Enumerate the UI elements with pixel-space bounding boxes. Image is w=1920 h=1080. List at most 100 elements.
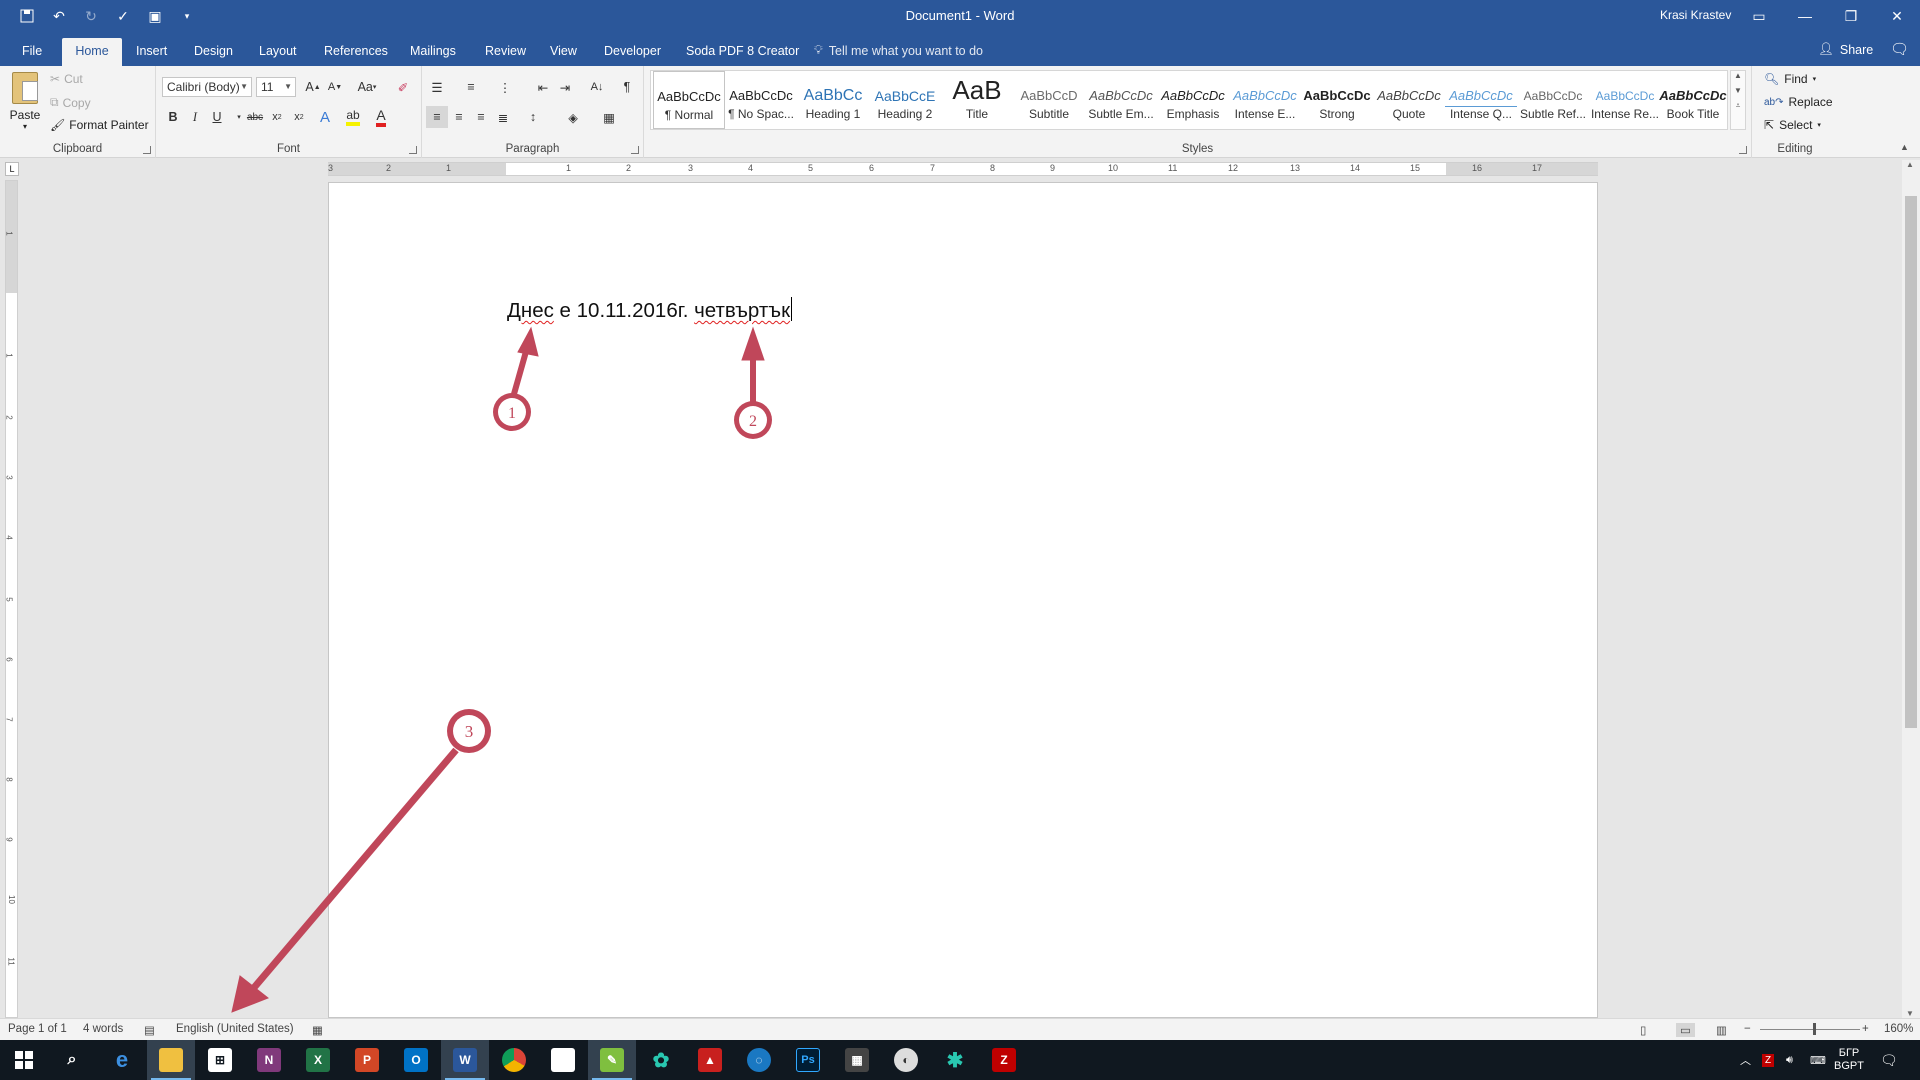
taskbar-app-bug[interactable]: ✱ (931, 1040, 979, 1080)
taskbar-outlook[interactable]: O (392, 1040, 440, 1080)
misspelled-word[interactable]: четвъртък (694, 299, 790, 322)
subscript-icon[interactable]: x2 (266, 106, 288, 128)
vertical-ruler[interactable]: 1 1 2 3 4 5 6 7 8 9 10 11 (5, 180, 18, 1018)
tab-home[interactable]: Home (62, 38, 122, 66)
format-painter-button[interactable]: 🖌︎ Format Painter (50, 118, 149, 132)
style-subtle-emphasis[interactable]: AaBbCcDc Subtle Em... (1085, 71, 1157, 129)
taskbar-image-editor[interactable]: ✎ (588, 1040, 636, 1080)
style-heading-2[interactable]: AaBbCcE Heading 2 (869, 71, 941, 129)
styles-gallery-scroll[interactable]: ▲ ▼ ⩡ (1730, 70, 1746, 130)
taskbar-acrobat[interactable]: ▲ (686, 1040, 734, 1080)
replace-button[interactable]: ab↷ Replace (1764, 95, 1833, 109)
vertical-scrollbar[interactable]: ▲ ▼ (1902, 160, 1920, 1018)
paste-button[interactable]: Paste ▾ (8, 72, 42, 131)
numbering-icon[interactable]: ≡ (460, 76, 482, 98)
multilevel-list-icon[interactable]: ⋮ (494, 76, 516, 98)
dialog-launcher-icon[interactable] (143, 146, 151, 154)
print-layout-icon[interactable]: ▭ (1676, 1023, 1695, 1037)
ribbon-display-options-icon[interactable]: ▭ (1736, 0, 1782, 32)
borders-icon[interactable]: ▦ (598, 106, 620, 128)
horizontal-ruler[interactable]: 3 2 1 1 2 3 4 5 6 7 8 9 10 11 12 13 14 1… (328, 162, 1598, 176)
strikethrough-icon[interactable]: abc (244, 106, 266, 128)
taskbar-filezilla[interactable]: Z (980, 1040, 1028, 1080)
bold-icon[interactable]: B (162, 106, 184, 128)
zoom-out-icon[interactable]: − (1744, 1023, 1751, 1035)
tab-references[interactable]: References (318, 38, 394, 66)
tab-mailings[interactable]: Mailings (404, 38, 462, 66)
style-no-spacing[interactable]: AaBbCcDc ¶ No Spac... (725, 71, 797, 129)
style-book-title[interactable]: AaBbCcDc Book Title (1657, 71, 1729, 129)
restore-icon[interactable]: ❐ (1828, 0, 1874, 32)
tab-soda-pdf[interactable]: Soda PDF 8 Creator (680, 38, 805, 66)
font-name-combo[interactable]: Calibri (Body) ▼ (162, 77, 252, 97)
increase-indent-icon[interactable]: ⇥ (554, 76, 576, 98)
bullets-icon[interactable]: ☰ (426, 76, 448, 98)
underline-icon[interactable]: U (206, 106, 228, 128)
web-layout-icon[interactable]: ▥ (1716, 1023, 1727, 1037)
start-button[interactable] (0, 1040, 48, 1080)
taskbar-powerpoint[interactable]: P (343, 1040, 391, 1080)
page-count[interactable]: Page 1 of 1 (8, 1023, 67, 1035)
tab-developer[interactable]: Developer (598, 38, 667, 66)
taskbar-app-teal[interactable]: ✿ (637, 1040, 685, 1080)
scroll-down-icon[interactable]: ▼ (1906, 1009, 1914, 1018)
taskbar-word[interactable]: W (441, 1040, 489, 1080)
taskbar-onenote[interactable]: N (245, 1040, 293, 1080)
network-icon[interactable]: ⌨ (1810, 1040, 1826, 1080)
zoom-level[interactable]: 160% (1884, 1023, 1913, 1035)
font-size-combo[interactable]: 11 ▼ (256, 77, 296, 97)
justify-icon[interactable]: ≣ (492, 106, 514, 128)
zoom-slider-thumb[interactable] (1813, 1023, 1816, 1035)
find-button[interactable]: 🔍︎ Find ▾ (1764, 72, 1816, 86)
style-subtitle[interactable]: AaBbCcD Subtitle (1013, 71, 1085, 129)
read-mode-icon[interactable]: ▯ (1640, 1023, 1646, 1037)
style-subtle-reference[interactable]: AaBbCcDc Subtle Ref... (1517, 71, 1589, 129)
minimize-icon[interactable]: — (1782, 0, 1828, 32)
macro-recording-icon[interactable]: ▦ (312, 1023, 323, 1037)
more-styles-icon[interactable]: ⩡ (1731, 101, 1745, 111)
taskbar-chrome[interactable] (490, 1040, 538, 1080)
taskbar-photoshop[interactable]: Ps (784, 1040, 832, 1080)
italic-icon[interactable]: I (184, 106, 206, 128)
style-intense-reference[interactable]: AaBbCcDc Intense Re... (1589, 71, 1661, 129)
shrink-font-icon[interactable]: A ▼ (324, 76, 346, 98)
close-icon[interactable]: ✕ (1874, 0, 1920, 32)
style-intense-quote[interactable]: AaBbCcDc Intense Q... (1445, 71, 1517, 129)
sort-icon[interactable]: A↓ (586, 76, 608, 98)
taskbar-store[interactable]: ⊞ (196, 1040, 244, 1080)
misspelled-word[interactable]: Днес (507, 299, 554, 322)
copy-button[interactable]: ⧉ Copy (50, 95, 91, 110)
shading-icon[interactable]: ◈ (562, 106, 584, 128)
tab-file[interactable]: File (16, 38, 48, 66)
tab-design[interactable]: Design (188, 38, 239, 66)
tab-selector[interactable]: L (5, 162, 19, 176)
tab-layout[interactable]: Layout (253, 38, 303, 66)
document-text[interactable]: Днес е 10.11.2016г. четвъртък (507, 297, 793, 323)
share-button[interactable]: 👤︎ Share (1818, 42, 1873, 57)
zoom-slider[interactable] (1760, 1023, 1860, 1035)
word-count[interactable]: 4 words (83, 1023, 123, 1035)
style-heading-1[interactable]: AaBbCc Heading 1 (797, 71, 869, 129)
decrease-indent-icon[interactable]: ⇤ (532, 76, 554, 98)
taskbar-chat[interactable]: ◌ (735, 1040, 783, 1080)
zoom-in-icon[interactable]: + (1862, 1023, 1869, 1035)
taskbar-paint[interactable]: ◐ (882, 1040, 930, 1080)
show-hidden-icons[interactable]: ︿ (1740, 1040, 1751, 1080)
notification-icon[interactable]: 🗨︎ (1880, 1040, 1898, 1080)
taskbar-notepad[interactable] (539, 1040, 587, 1080)
superscript-icon[interactable]: x2 (288, 106, 310, 128)
volume-icon[interactable]: 🔊︎ (1786, 1040, 1793, 1080)
taskbar-excel[interactable]: X (294, 1040, 342, 1080)
input-language[interactable]: БГР BGPT (1834, 1040, 1864, 1080)
change-case-button[interactable]: Aa ▾ (352, 76, 382, 98)
align-left-icon[interactable]: ≡ (426, 106, 448, 128)
tab-view[interactable]: View (544, 38, 583, 66)
style-intense-emphasis[interactable]: AaBbCcDc Intense E... (1229, 71, 1301, 129)
select-button[interactable]: ⇱ Select ▾ (1764, 118, 1821, 132)
cut-button[interactable]: ✂ Cut (50, 72, 83, 86)
chevron-up-icon[interactable]: ▲ (1731, 71, 1745, 80)
tab-insert[interactable]: Insert (130, 38, 173, 66)
dialog-launcher-icon[interactable] (409, 146, 417, 154)
chevron-down-icon[interactable]: ▼ (1731, 86, 1745, 95)
font-color-icon[interactable]: A (370, 106, 392, 128)
